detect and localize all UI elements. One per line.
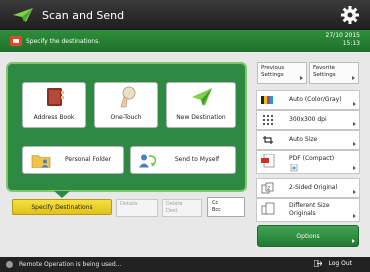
favorite-settings-button[interactable]: Favorite Settings — [309, 62, 359, 84]
logout-label: Log Out — [328, 260, 352, 267]
folder-icon — [31, 155, 51, 168]
footer-bar: Remote Operation is being used... Log Ou… — [0, 257, 370, 272]
datetime: 27/10 2015 15:13 — [326, 32, 360, 48]
svg-text:2: 2 — [267, 186, 270, 192]
one-touch-icon — [120, 86, 136, 108]
color-mode-setting[interactable]: Auto (Color/Gray) — [256, 90, 360, 110]
panel-pointer — [54, 191, 70, 198]
chevron-right-icon — [353, 102, 356, 106]
file-format-setting[interactable]: PDF (Compact) — [256, 150, 360, 174]
cc-label: Cc — [212, 200, 219, 206]
resolution-value: 300x300 dpi — [289, 116, 327, 123]
color-mode-icon — [261, 96, 273, 104]
status-bar: Specify the destinations. 27/10 2015 15:… — [0, 30, 370, 52]
destination-panel: Address Book One-Touch New Destination P… — [6, 62, 247, 192]
duplex-setting[interactable]: 2 2-Sided Original — [256, 178, 360, 198]
app-title: Scan and Send — [42, 8, 125, 22]
logout-icon — [314, 260, 323, 267]
time: 15:13 — [342, 40, 360, 47]
mixed-size-line2: Originals — [289, 210, 316, 217]
chevron-right-icon — [352, 76, 355, 80]
chevron-right-icon — [353, 214, 356, 218]
chevron-right-icon — [353, 122, 356, 126]
one-touch-label: One-Touch — [110, 114, 142, 121]
details-label: Details — [120, 201, 138, 207]
duplex-value: 2-Sided Original — [289, 184, 338, 191]
file-format-value: PDF (Compact) — [289, 155, 335, 162]
options-button[interactable]: Options — [257, 225, 359, 247]
details-button[interactable]: Details — [116, 199, 158, 217]
favorite-settings-line1: Favorite — [313, 65, 335, 71]
gear-icon[interactable] — [340, 5, 360, 25]
new-destination-button[interactable]: New Destination — [166, 82, 236, 128]
send-to-myself-icon — [139, 154, 157, 168]
new-destination-label: New Destination — [176, 114, 226, 121]
bcc-label: Bcc — [212, 207, 221, 213]
personal-folder-label: Personal Folder — [65, 156, 111, 163]
scan-size-setting[interactable]: Auto Size — [256, 130, 360, 150]
delete-label-line2: Dest. — [166, 208, 180, 214]
color-mode-value: Auto (Color/Gray) — [289, 96, 342, 103]
address-book-label: Address Book — [33, 114, 75, 121]
title-bar: Scan and Send — [0, 0, 370, 30]
chevron-right-icon — [353, 142, 356, 146]
send-plane-icon — [13, 8, 33, 22]
date: 27/10 2015 — [325, 32, 360, 39]
two-sided-icon: 2 — [261, 182, 274, 194]
send-to-myself-button[interactable]: Send to Myself — [130, 146, 236, 174]
mixed-size-value: Different Size Originals — [289, 202, 330, 218]
logout-button[interactable]: Log Out — [314, 260, 352, 267]
address-book-icon — [47, 88, 64, 106]
pdf-add-icon — [290, 164, 298, 172]
scan-size-value: Auto Size — [289, 136, 318, 143]
delete-dest-button[interactable]: Delete Dest. — [162, 199, 202, 217]
personal-folder-button[interactable]: Personal Folder — [22, 146, 124, 174]
send-to-myself-label: Send to Myself — [174, 156, 220, 163]
footer-message: Remote Operation is being used... — [19, 261, 122, 268]
remote-operation-icon — [6, 261, 13, 268]
pdf-icon — [261, 154, 275, 168]
chevron-right-icon — [353, 166, 356, 170]
mixed-size-setting[interactable]: Different Size Originals — [256, 198, 360, 222]
resolution-setting[interactable]: 300x300 dpi — [256, 110, 360, 130]
resolution-icon — [263, 115, 273, 125]
cc-bcc-button[interactable]: Cc Bcc — [207, 197, 245, 217]
mixed-size-icon — [261, 202, 275, 215]
mixed-size-line1: Different Size — [289, 202, 330, 209]
favorite-settings-line2: Settings — [313, 72, 336, 78]
main-area: Address Book One-Touch New Destination P… — [0, 52, 370, 257]
chevron-right-icon — [352, 239, 355, 243]
status-message: Specify the destinations. — [26, 37, 101, 45]
previous-settings-line1: Previous — [261, 65, 285, 71]
chevron-right-icon — [353, 190, 356, 194]
specify-destinations-button[interactable]: Specify Destinations — [12, 199, 112, 215]
message-icon — [10, 36, 22, 46]
scan-size-icon — [263, 136, 273, 144]
new-destination-icon — [192, 88, 212, 106]
previous-settings-button[interactable]: Previous Settings — [257, 62, 307, 84]
previous-settings-line2: Settings — [261, 72, 284, 78]
options-label: Options — [296, 232, 320, 240]
address-book-button[interactable]: Address Book — [22, 82, 86, 128]
delete-label-line1: Delete — [166, 201, 183, 207]
chevron-right-icon — [300, 76, 303, 80]
one-touch-button[interactable]: One-Touch — [94, 82, 158, 128]
